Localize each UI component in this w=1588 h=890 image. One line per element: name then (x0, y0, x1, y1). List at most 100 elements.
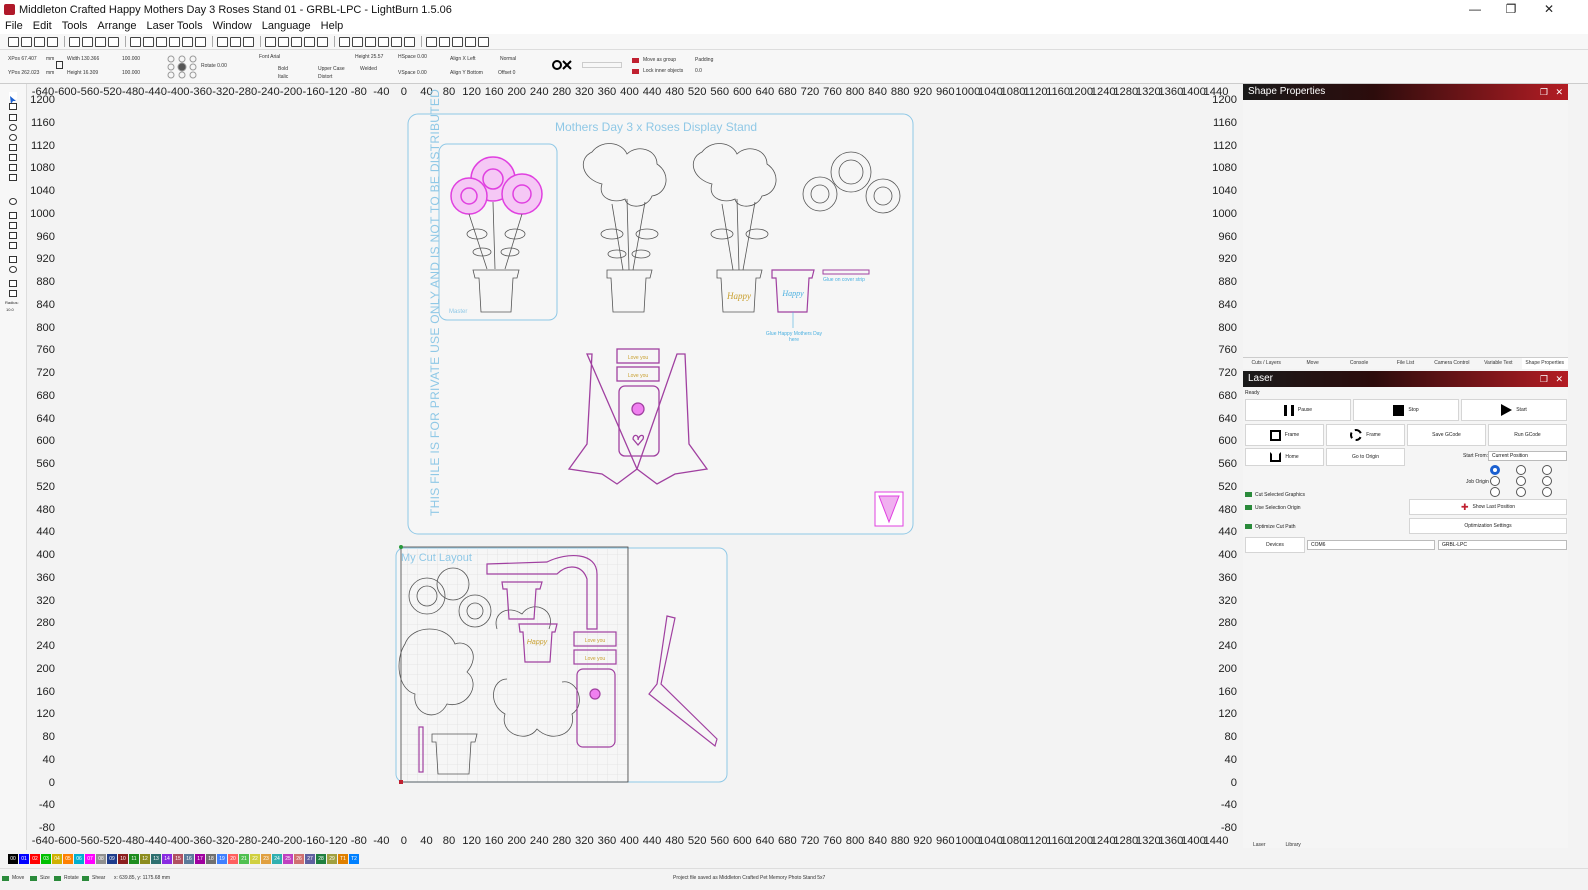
measure-tool-icon[interactable] (9, 174, 17, 181)
boolean-tools[interactable] (582, 62, 622, 68)
job-origin-bottom-right[interactable] (1542, 487, 1552, 497)
tab-console[interactable]: Console (1336, 358, 1382, 369)
menu-file[interactable]: File (0, 19, 28, 34)
palette-swatch-12[interactable]: 12 (140, 854, 150, 864)
palette-swatch-24[interactable]: 24 (272, 854, 282, 864)
padding-field[interactable]: 0.0 (695, 68, 702, 74)
align-top-icon[interactable] (378, 36, 389, 47)
menu-window[interactable]: Window (208, 19, 257, 34)
palette-swatch-17[interactable]: 17 (195, 854, 205, 864)
frame-circle-button[interactable]: Frame (1326, 424, 1405, 446)
font-select[interactable]: Font Arial (259, 54, 280, 60)
palette-swatch-14[interactable]: 14 (162, 854, 172, 864)
width-field[interactable]: Width 130.366 (67, 56, 99, 62)
palette-swatch-29[interactable]: 29 (327, 854, 337, 864)
move-toggle[interactable] (2, 876, 9, 881)
distribute-v-icon[interactable] (439, 36, 450, 47)
menu-tools[interactable]: Tools (57, 19, 93, 34)
palette-swatch-26[interactable]: 26 (294, 854, 304, 864)
align-center-icon[interactable] (352, 36, 363, 47)
copy-icon[interactable] (82, 36, 93, 47)
settings-icon[interactable] (230, 36, 241, 47)
lock-icon[interactable] (56, 61, 63, 69)
palette-swatch-25[interactable]: 25 (283, 854, 293, 864)
run-gcode-button[interactable]: Run GCode (1488, 424, 1567, 446)
boolean-union-icon[interactable] (9, 222, 17, 229)
job-origin-mid-left[interactable] (1490, 476, 1500, 486)
italic-check[interactable]: Italic (278, 74, 288, 80)
start-from-select[interactable]: Current Position (1488, 451, 1567, 461)
tab-file-list[interactable]: File List (1382, 358, 1428, 369)
upper-case-check[interactable]: Upper Case (318, 66, 345, 72)
offset-field[interactable]: Offset 0 (498, 70, 515, 76)
tab-shape-properties[interactable]: Shape Properties (1521, 358, 1568, 369)
palette-swatch-21[interactable]: 21 (239, 854, 249, 864)
zoom-fit-icon[interactable] (169, 36, 180, 47)
new-file-icon[interactable] (8, 36, 19, 47)
palette-swatch-11[interactable]: 11 (129, 854, 139, 864)
group-icon[interactable] (265, 36, 276, 47)
circular-array-icon[interactable] (9, 266, 17, 273)
ellipse-tool-icon[interactable] (9, 124, 17, 131)
palette-swatch-06[interactable]: 06 (74, 854, 84, 864)
palette-swatch-15[interactable]: 15 (173, 854, 183, 864)
port-select[interactable]: COM6 (1307, 540, 1435, 550)
delete-icon[interactable] (108, 36, 119, 47)
crosshair-icon[interactable] (478, 36, 489, 47)
bold-check[interactable]: Bold (278, 66, 288, 72)
pause-button[interactable]: Pause (1245, 399, 1351, 421)
palette-swatch-18[interactable]: 18 (206, 854, 216, 864)
grid-array-icon[interactable] (9, 256, 17, 263)
align-left-icon[interactable] (339, 36, 350, 47)
align-right-icon[interactable] (365, 36, 376, 47)
hspace-field[interactable]: HSpace 0.00 (398, 54, 427, 60)
height-field[interactable]: Height 16.309 (67, 70, 98, 76)
rotate-toggle[interactable] (54, 876, 61, 881)
home-button[interactable]: Home (1245, 448, 1324, 466)
boolean-diff-icon[interactable] (9, 232, 17, 239)
pan-icon[interactable] (130, 36, 141, 47)
select-arrow-icon[interactable] (9, 92, 17, 104)
job-origin-top-left[interactable] (1490, 465, 1500, 475)
move-group-toggle[interactable] (632, 58, 639, 63)
corner-radius-icon[interactable] (9, 290, 17, 297)
tab-cuts-layers[interactable]: Cuts / Layers (1243, 358, 1289, 369)
job-origin-top-center[interactable] (1516, 465, 1526, 475)
tools-icon[interactable] (243, 36, 254, 47)
font-height-field[interactable]: Height 25.57 (355, 54, 383, 60)
palette-swatch-T2[interactable]: T2 (349, 854, 359, 864)
frame-rect-button[interactable]: Frame (1245, 424, 1324, 446)
boolean-intersect-icon[interactable] (9, 242, 17, 249)
welded-check[interactable]: Welded (360, 66, 377, 72)
job-origin-center[interactable] (1516, 476, 1526, 486)
palette-swatch-T1[interactable]: T1 (338, 854, 348, 864)
align-middle-icon[interactable] (391, 36, 402, 47)
cut-selected-toggle[interactable] (1245, 492, 1252, 497)
palette-swatch-10[interactable]: 10 (118, 854, 128, 864)
rectangle-tool-icon[interactable] (9, 114, 17, 121)
width-percent[interactable]: 100.000 (122, 56, 140, 62)
shear-toggle[interactable] (82, 876, 89, 881)
palette-swatch-04[interactable]: 04 (52, 854, 62, 864)
mirror-h-icon[interactable] (291, 36, 302, 47)
ypos-field[interactable]: YPos 262.023 (8, 70, 39, 76)
palette-swatch-22[interactable]: 22 (250, 854, 260, 864)
device-select[interactable]: GRBL-LPC (1438, 540, 1567, 550)
palette-swatch-00[interactable]: 00 (8, 854, 18, 864)
palette-swatch-07[interactable]: 07 (85, 854, 95, 864)
tab-variable-text[interactable]: Variable Text (1475, 358, 1521, 369)
stop-button[interactable]: Stop (1353, 399, 1459, 421)
palette-swatch-19[interactable]: 19 (217, 854, 227, 864)
minimize-button[interactable]: — (1460, 2, 1490, 16)
show-last-position-button[interactable]: ✚ Show Last Position (1409, 499, 1567, 515)
frame-selection-icon[interactable] (182, 36, 193, 47)
optimization-settings-button[interactable]: Optimization Settings (1409, 518, 1567, 534)
ungroup-icon[interactable] (278, 36, 289, 47)
lock-inner-toggle[interactable] (632, 69, 639, 74)
open-file-icon[interactable] (21, 36, 32, 47)
close-panel-icon[interactable]: ✕ (1555, 371, 1563, 387)
palette-swatch-28[interactable]: 28 (316, 854, 326, 864)
palette-swatch-16[interactable]: 16 (184, 854, 194, 864)
palette-swatch-03[interactable]: 03 (41, 854, 51, 864)
align-bottom-icon[interactable] (404, 36, 415, 47)
